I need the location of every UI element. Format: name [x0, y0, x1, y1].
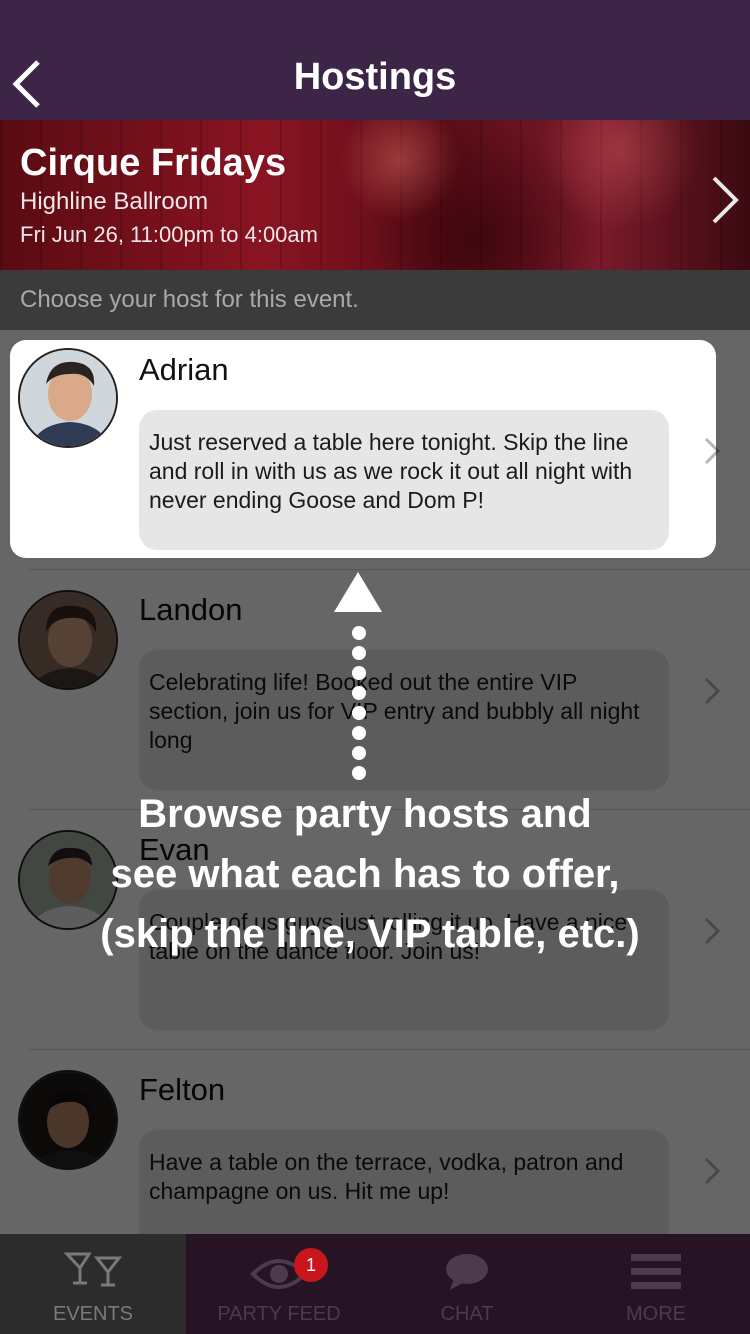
highlighted-host-card[interactable]: Adrian Just reserved a table here tonigh… — [10, 340, 716, 558]
host-name: Landon — [139, 592, 243, 627]
tab-bar: EVENTS 1 PARTY FEED CHAT MORE — [0, 1234, 750, 1334]
host-message: Have a table on the terrace, vodka, patr… — [139, 1130, 669, 1234]
tooltip-line: (skip the line, VIP table, etc.) — [100, 912, 640, 956]
tooltip-pointer-arrow — [334, 572, 382, 612]
host-message: Celebrating life! Booked out the entire … — [139, 650, 669, 790]
tooltip-line: see what each has to offer, — [110, 852, 620, 896]
avatar-photo — [20, 350, 116, 446]
avatar — [18, 1070, 118, 1170]
hamburger-menu-icon — [631, 1254, 681, 1289]
tooltip-dot — [352, 726, 366, 740]
chevron-right-icon[interactable] — [702, 436, 716, 466]
tooltip-dot — [352, 646, 366, 660]
tab-label: MORE — [626, 1303, 686, 1325]
event-datetime: Fri Jun 26, 11:00pm to 4:00am — [20, 222, 318, 247]
page-title: Hostings — [293, 56, 457, 98]
cocktail-glasses-icon — [63, 1252, 123, 1287]
tab-events[interactable]: EVENTS — [0, 1234, 186, 1334]
avatar — [18, 348, 118, 448]
avatar-photo — [20, 1072, 116, 1168]
host-row-felton[interactable]: Felton Have a table on the terrace, vodk… — [0, 1050, 750, 1234]
tooltip-dot — [352, 746, 366, 760]
chevron-right-icon[interactable] — [702, 1156, 722, 1186]
instruction-text: Choose your host for this event. — [20, 286, 359, 313]
chevron-right-icon[interactable] — [702, 676, 722, 706]
event-name: Cirque Fridays — [20, 142, 287, 184]
avatar — [18, 590, 118, 690]
tab-party-feed[interactable]: 1 PARTY FEED — [186, 1234, 372, 1334]
tooltip-dot — [352, 626, 366, 640]
tab-more[interactable]: MORE — [562, 1234, 750, 1334]
tooltip-text: Browse party hosts and see what each has… — [0, 784, 730, 964]
tab-label: CHAT — [440, 1303, 494, 1325]
event-venue: Highline Ballroom — [20, 188, 209, 215]
host-name: Adrian — [139, 352, 229, 387]
tab-chat[interactable]: CHAT — [372, 1234, 562, 1334]
instruction-bar: Choose your host for this event. — [0, 270, 750, 330]
chevron-right-icon[interactable] — [708, 172, 744, 228]
host-message: Just reserved a table here tonight. Skip… — [139, 410, 669, 550]
chat-bubble-icon — [446, 1254, 488, 1290]
avatar-photo — [20, 592, 116, 688]
tab-label: PARTY FEED — [217, 1303, 341, 1325]
tooltip-dot — [352, 666, 366, 680]
tab-label: EVENTS — [52, 1303, 134, 1325]
event-banner[interactable]: Cirque Fridays Highline Ballroom Fri Jun… — [0, 120, 750, 270]
notification-badge: 1 — [294, 1248, 328, 1282]
tooltip-line: Browse party hosts and — [138, 792, 592, 836]
host-name: Felton — [139, 1072, 226, 1107]
tooltip-dot — [352, 706, 366, 720]
tooltip-dot — [352, 766, 366, 780]
navigation-bar: Hostings — [0, 0, 750, 120]
tooltip-dot — [352, 686, 366, 700]
